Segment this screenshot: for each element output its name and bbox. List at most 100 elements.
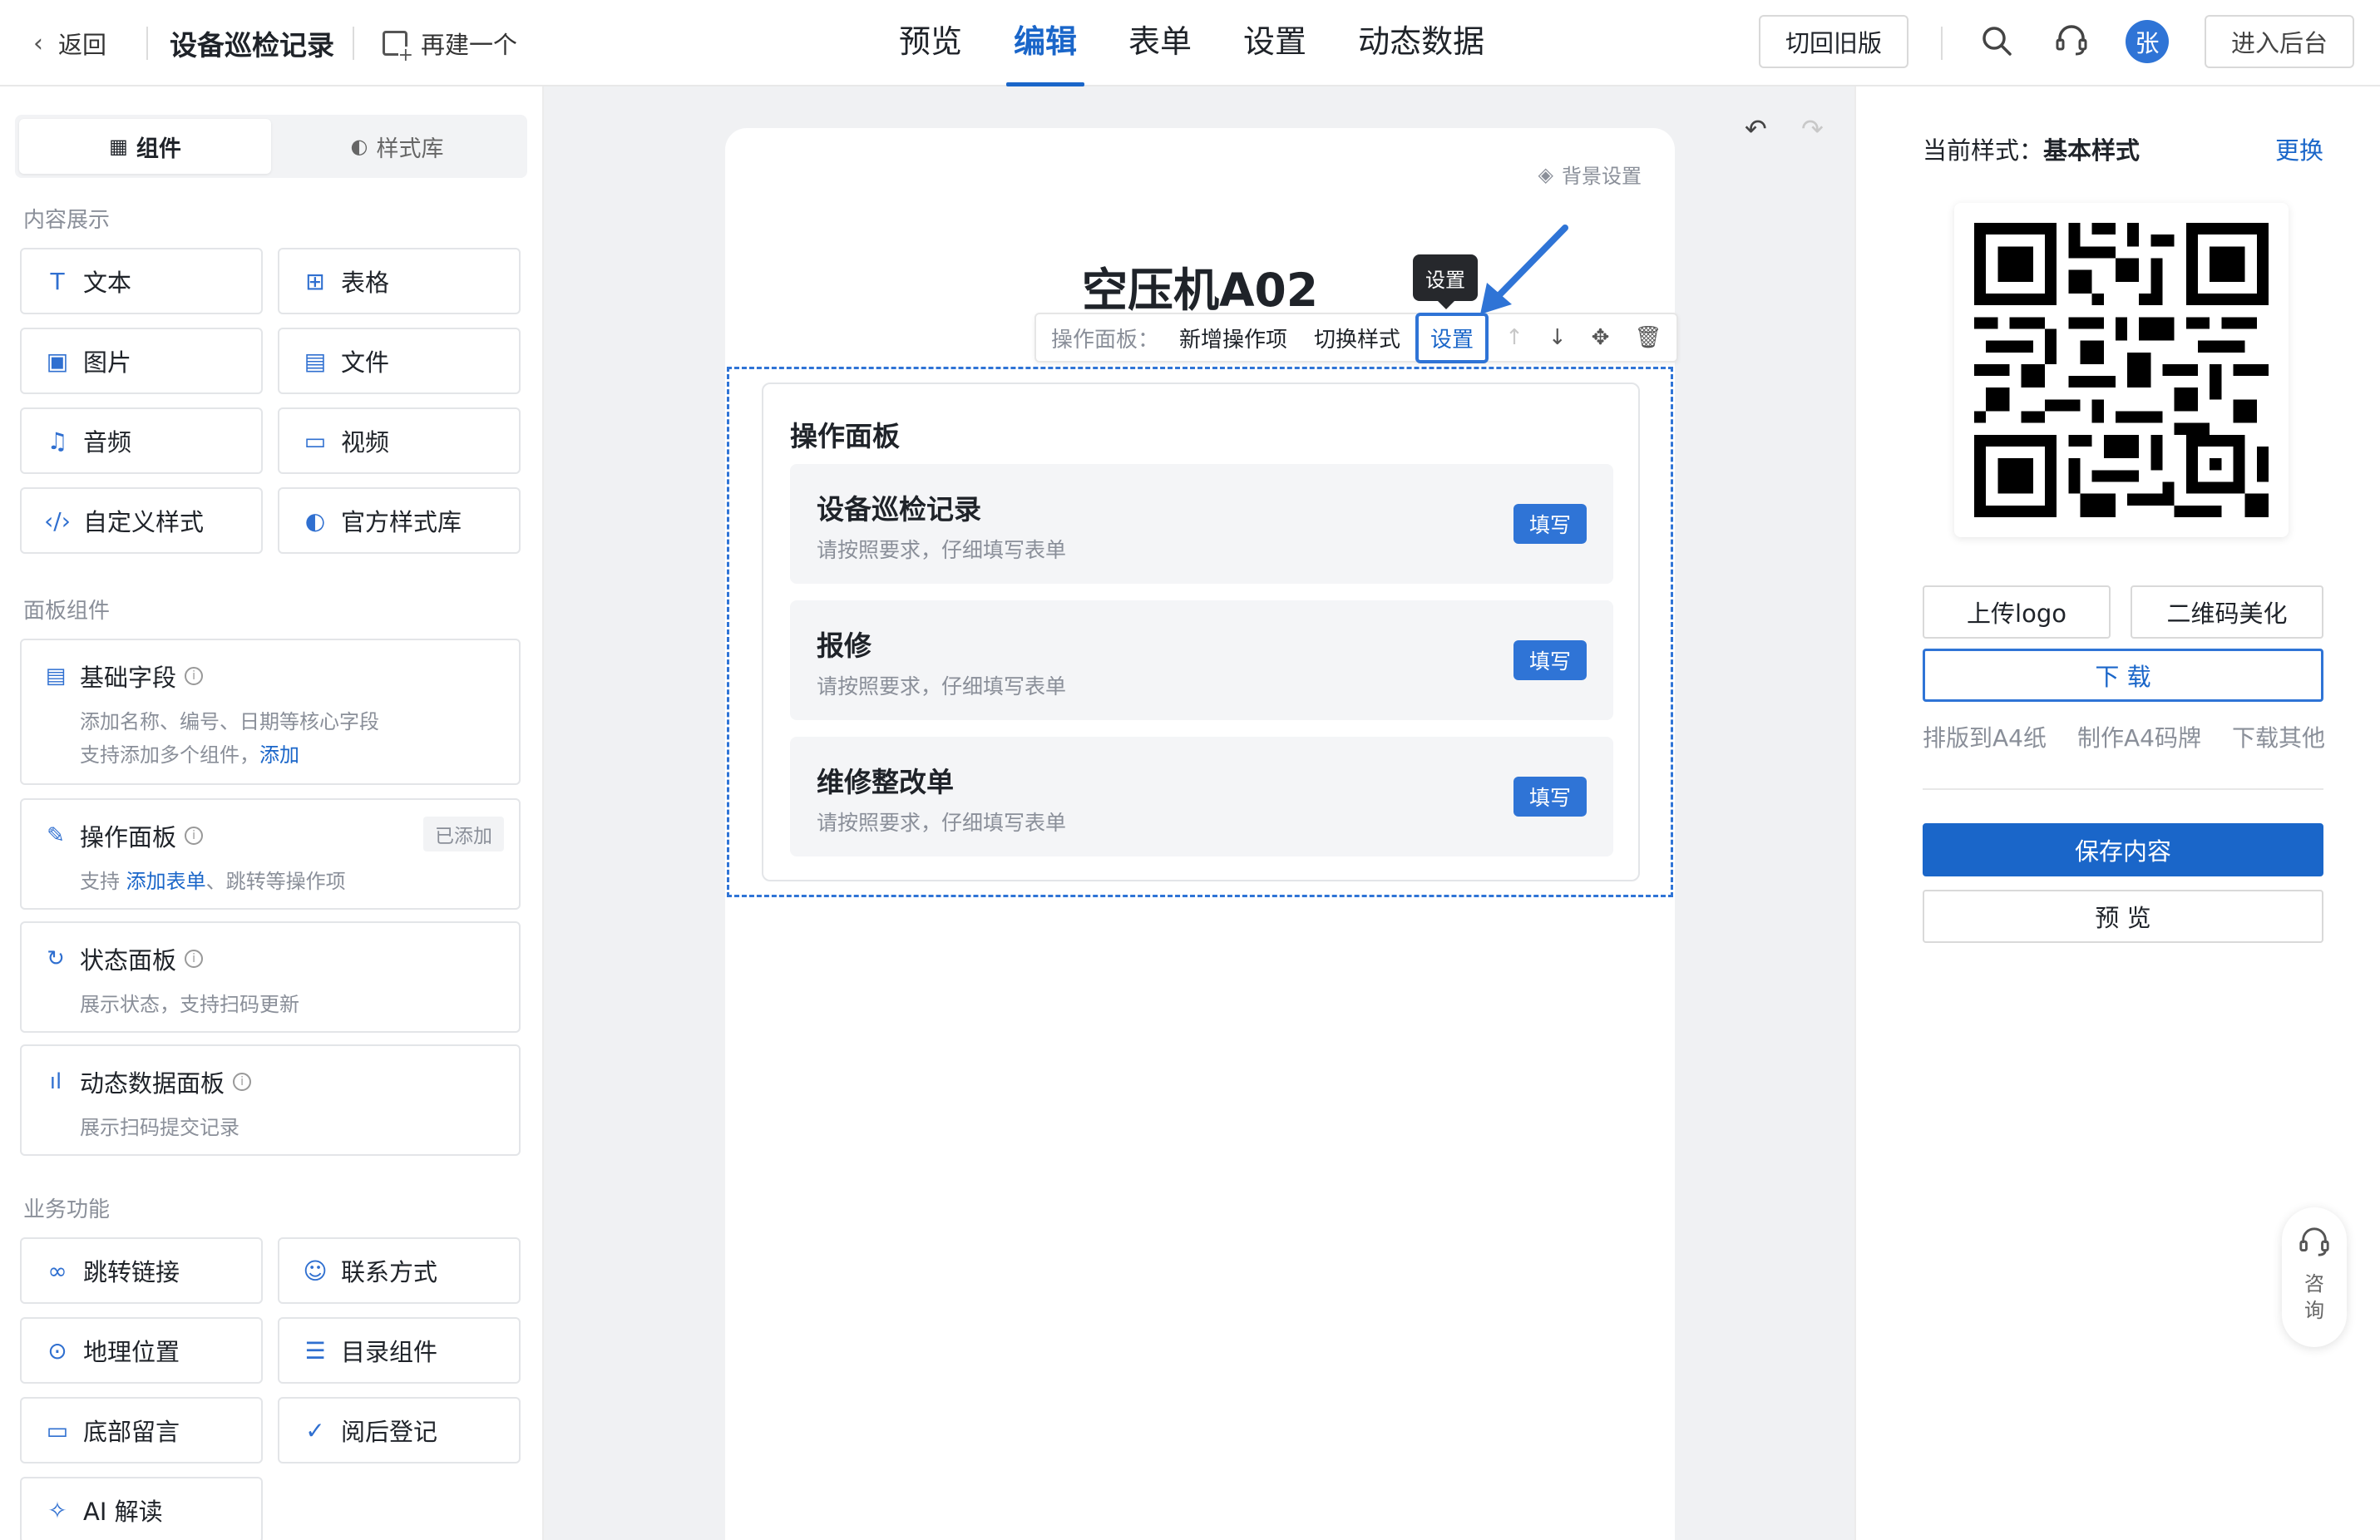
top-bar: ‹ 返回 设备巡检记录 再建一个 预览 编辑 表单 设置 动态数据 切回旧版 张… [0,0,2380,86]
current-style: 当前样式：基本样式 [1923,131,2140,166]
add-page-icon [383,31,413,65]
component-audio[interactable]: ♫ 音频 [20,407,263,474]
component-sidebar: ▦ 组件 ◐ 样式库 内容展示 T 文本 ⊞ 表格 ▣ 图片 ▤ 文件 ♫ 音频… [0,86,544,1540]
switch-old-version-button[interactable]: 切回旧版 [1759,15,1908,68]
change-style-link[interactable]: 更换 [2275,131,2323,166]
make-a4-plate-link[interactable]: 制作A4码牌 [2077,720,2201,753]
avatar[interactable]: 张 [2126,20,2169,63]
panel-settings-button[interactable]: 设置 [1415,312,1489,363]
headset-icon [2299,1227,2329,1256]
pointer-arrow-icon [1480,225,1568,314]
component-catalog[interactable]: ☰ 目录组件 [278,1317,521,1384]
component-custom-style[interactable]: ‹/› 自定义样式 [20,487,263,554]
component-label: 表格 [341,269,390,297]
file-icon: ▤ [304,347,327,375]
move-down-icon[interactable]: ↓ [1548,325,1567,350]
divider [146,27,148,60]
component-bottom-message[interactable]: ▭ 底部留言 [20,1397,263,1463]
operation-item[interactable]: 设备巡检记录 请按照要求，仔细填写表单 填写 [790,464,1613,584]
operation-item-title: 设备巡检记录 [817,493,981,526]
component-location[interactable]: ⊙ 地理位置 [20,1317,263,1384]
current-style-label: 当前样式： [1923,136,2044,165]
divider [353,27,354,60]
component-image[interactable]: ▣ 图片 [20,328,263,394]
tab-settings[interactable]: 设置 [1217,0,1332,86]
back-button[interactable]: ‹ 返回 [33,23,106,63]
panel-card-dynamic-data[interactable]: ıl 动态数据面板 i 展示扫码提交记录 [20,1044,521,1156]
search-icon[interactable] [1981,25,2012,57]
switch-style-button[interactable]: 切换样式 [1314,323,1400,353]
layout-a4-link[interactable]: 排版到A4纸 [1923,720,2047,753]
add-link[interactable]: 添加 [259,743,299,767]
tab-style-library[interactable]: ◐ 样式库 [271,119,523,174]
component-table[interactable]: ⊞ 表格 [278,248,521,314]
component-video[interactable]: ▭ 视频 [278,407,521,474]
panel-card-basic-fields[interactable]: ▤ 基础字段 i 添加名称、编号、日期等核心字段 支持添加多个组件，添加 [20,639,521,785]
sparkle-icon: ✧ [47,1496,67,1524]
fill-button[interactable]: 填写 [1513,640,1587,680]
component-label: 跳转链接 [83,1258,180,1286]
download-other-link[interactable]: 下载其他 [2232,720,2325,753]
component-official-style[interactable]: ◐ 官方样式库 [278,487,521,554]
location-icon: ⊙ [47,1336,67,1365]
operation-item[interactable]: 报修 请按照要求，仔细填写表单 填写 [790,600,1613,720]
component-ai-interpret[interactable]: ✧ AI 解读 [20,1477,263,1540]
undo-icon[interactable]: ↶ [1745,113,1767,145]
tab-dynamic-data[interactable]: 动态数据 [1332,0,1510,86]
drag-move-icon[interactable]: ✥ [1592,325,1610,350]
component-jump-link[interactable]: ∞ 跳转链接 [20,1237,263,1304]
code-icon: ‹/› [44,506,71,535]
qr-code-image [1974,223,2269,517]
main-nav-tabs: 预览 编辑 表单 设置 动态数据 [873,0,1510,86]
panel-card-operation[interactable]: ✎ 操作面板 i 已添加 支持 添加表单、跳转等操作项 [20,798,521,910]
section-title-business: 业务功能 [23,1197,111,1222]
info-icon: i [185,827,204,845]
operation-panel[interactable]: 操作面板 设备巡检记录 请按照要求，仔细填写表单 填写 报修 请按照要求，仔细填… [762,383,1640,881]
tab-preview[interactable]: 预览 [873,0,988,86]
component-label: 音频 [83,428,132,457]
component-label: 视频 [341,428,390,457]
move-up-icon[interactable]: ↑ [1505,325,1523,350]
panel-card-status[interactable]: ↻ 状态面板 i 展示状态，支持扫码更新 [20,921,521,1033]
audio-icon: ♫ [47,427,68,455]
customer-service-icon[interactable] [2054,23,2089,58]
tab-form[interactable]: 表单 [1103,0,1217,86]
edit-doc-icon: ✎ [47,823,65,848]
page-title: 设备巡检记录 [170,29,334,62]
tab-components[interactable]: ▦ 组件 [19,119,271,174]
component-file[interactable]: ▤ 文件 [278,328,521,394]
clipboard-icon: ▤ [45,664,67,689]
fill-button[interactable]: 填写 [1513,504,1587,544]
component-label: AI 解读 [83,1498,163,1526]
component-text[interactable]: T 文本 [20,248,263,314]
table-icon: ⊞ [305,267,325,295]
fill-button[interactable]: 填写 [1513,777,1587,817]
refresh-icon: ↻ [47,946,65,971]
card-desc-text: 支持 [80,870,126,893]
component-contact[interactable]: ☺ 联系方式 [278,1237,521,1304]
delete-icon[interactable]: 🗑 [1634,325,1662,350]
background-setting-button[interactable]: ◈ 背景设置 [1538,160,1642,189]
operation-item[interactable]: 维修整改单 请按照要求，仔细填写表单 填写 [790,737,1613,856]
added-badge: 已添加 [423,817,504,851]
upload-logo-button[interactable]: 上传logo [1923,585,2111,639]
component-label: 官方样式库 [341,508,462,536]
card-desc-line: 添加名称、编号、日期等核心字段 [80,710,379,733]
component-read-register[interactable]: ✓ 阅后登记 [278,1397,521,1463]
add-form-link[interactable]: 添加表单 [126,870,206,893]
qr-beautify-button[interactable]: 二维码美化 [2131,585,2323,639]
create-another-label: 再建一个 [421,31,518,59]
tab-components-label: 组件 [136,136,181,162]
preview-button[interactable]: 预 览 [1923,890,2323,943]
tab-edit[interactable]: 编辑 [988,0,1103,86]
enter-admin-button[interactable]: 进入后台 [2205,15,2354,68]
redo-icon[interactable]: ↷ [1801,113,1824,145]
save-content-button[interactable]: 保存内容 [1923,823,2323,876]
grid-icon: ▦ [109,135,128,158]
download-button[interactable]: 下 载 [1923,649,2323,702]
component-label: 阅后登记 [341,1418,438,1446]
create-another-button[interactable]: 再建一个 [383,23,518,65]
operation-item-title: 维修整改单 [817,766,954,798]
add-operation-item-button[interactable]: 新增操作项 [1179,323,1287,353]
consult-button[interactable]: 咨 询 [2282,1207,2347,1347]
